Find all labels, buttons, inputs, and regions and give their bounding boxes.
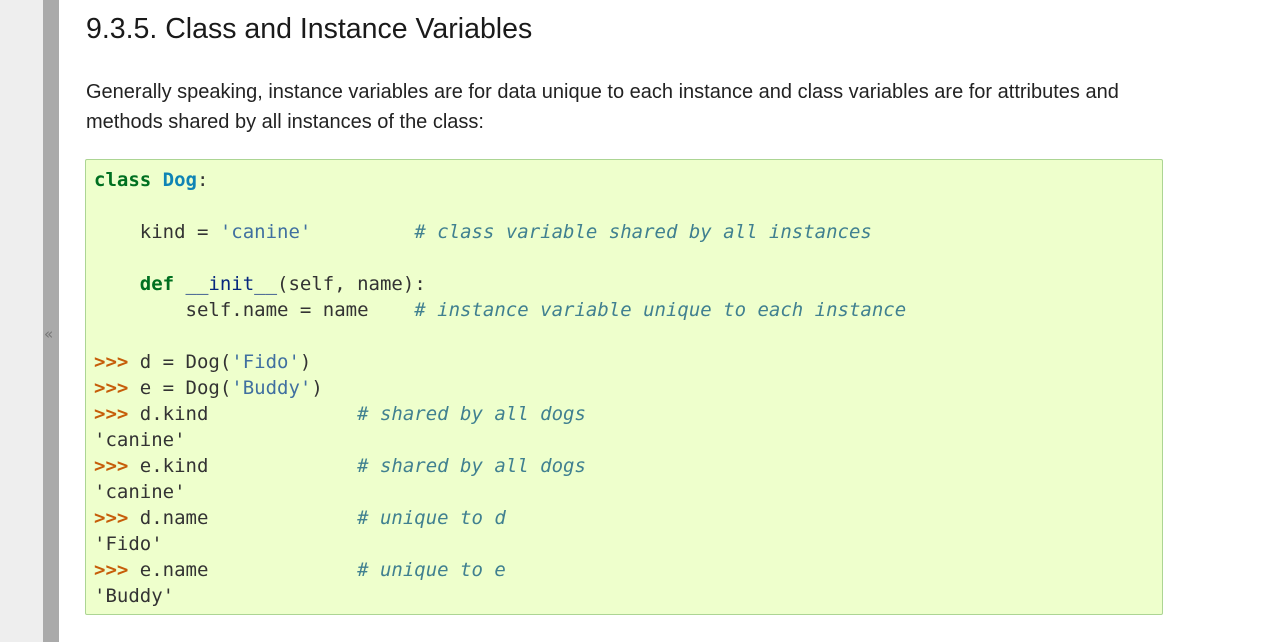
punctuation: )	[311, 377, 323, 399]
page-title: 9.3.5. Class and Instance Variables	[86, 13, 533, 45]
code-line: >>> e.name # unique to e	[94, 559, 506, 581]
code-text: self.name = name	[94, 299, 415, 321]
repl-prompt: >>>	[94, 559, 129, 581]
code-text: (self, name):	[277, 273, 426, 295]
sidebar-background	[0, 0, 43, 642]
code-text: e.name	[128, 559, 358, 581]
code-line: class Dog:	[94, 169, 208, 191]
repl-output: 'Buddy'	[94, 585, 175, 607]
code-line: >>> e = Dog('Buddy')	[94, 377, 323, 399]
code-text: d = Dog(	[128, 351, 232, 373]
code-listing: class Dog: kind = 'canine' # class varia…	[94, 167, 906, 609]
code-line: >>> d.name # unique to d	[94, 507, 506, 529]
keyword-class: class	[94, 169, 152, 191]
code-line: def __init__(self, name):	[94, 273, 426, 295]
intro-paragraph: Generally speaking, instance variables a…	[86, 81, 1119, 133]
string-literal: 'Buddy'	[231, 377, 312, 399]
repl-prompt: >>>	[94, 377, 129, 399]
repl-prompt: >>>	[94, 351, 129, 373]
repl-prompt: >>>	[94, 507, 129, 529]
code-block: class Dog: kind = 'canine' # class varia…	[85, 159, 1163, 615]
code-comment: # unique to e	[357, 559, 506, 581]
repl-output: 'canine'	[94, 481, 186, 503]
class-name: Dog	[162, 169, 197, 191]
code-comment: # class variable shared by all instances	[414, 221, 872, 243]
code-text: d.name	[128, 507, 358, 529]
code-line: >>> e.kind # shared by all dogs	[94, 455, 586, 477]
code-line: >>> d.kind # shared by all dogs	[94, 403, 586, 425]
string-literal: 'Fido'	[231, 351, 300, 373]
repl-prompt: >>>	[94, 403, 129, 425]
repl-output: 'Fido'	[94, 533, 163, 555]
code-line: self.name = name # instance variable uni…	[94, 299, 907, 321]
repl-prompt: >>>	[94, 455, 129, 477]
sidebar-collapse-button[interactable]	[43, 0, 59, 642]
code-line: kind = 'canine' # class variable shared …	[94, 221, 872, 243]
keyword-def: def	[139, 273, 175, 295]
punctuation: )	[299, 351, 312, 373]
code-text: d.kind	[128, 403, 358, 425]
code-padding	[311, 221, 414, 243]
code-comment: # instance variable unique to each insta…	[414, 299, 907, 321]
string-literal: 'canine'	[219, 221, 312, 243]
code-comment: # shared by all dogs	[357, 455, 586, 477]
code-text: kind =	[94, 221, 220, 243]
repl-output: 'canine'	[94, 429, 186, 451]
punctuation: :	[196, 169, 209, 191]
code-comment: # shared by all dogs	[357, 403, 586, 425]
function-name: __init__	[174, 273, 278, 295]
collapse-sidebar-icon[interactable]: «	[44, 324, 53, 344]
code-comment: # unique to d	[357, 507, 506, 529]
code-text: e.kind	[128, 455, 358, 477]
code-text: e = Dog(	[128, 377, 232, 399]
code-line: >>> d = Dog('Fido')	[94, 351, 311, 373]
